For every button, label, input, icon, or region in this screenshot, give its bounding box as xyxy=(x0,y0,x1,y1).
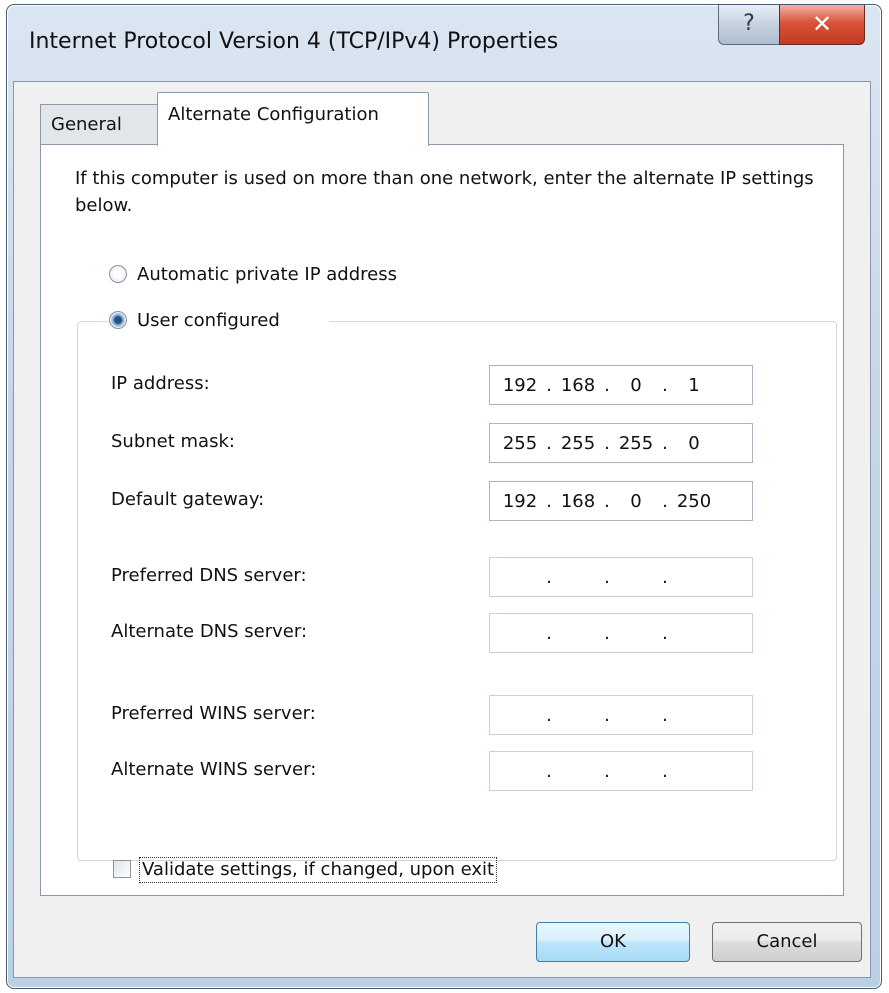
octet-separator: . xyxy=(662,623,668,644)
intro-text: If this computer is used on more than on… xyxy=(75,168,814,216)
octet-separator: . xyxy=(546,491,552,512)
ip-address-input[interactable]: 192 168 0 1... xyxy=(489,365,753,405)
default-gateway-input[interactable]: 192 168 0 250... xyxy=(489,481,753,521)
octet-separator: . xyxy=(662,761,668,782)
subnet-mask-input[interactable]: 255 255 255 0... xyxy=(489,423,753,463)
dialog-client-area: General Alternate Configuration If this … xyxy=(13,81,871,978)
octet-1[interactable]: 192 xyxy=(498,491,542,512)
octet-separator: . xyxy=(662,375,668,396)
octet-separator: . xyxy=(546,567,552,588)
octet-separator: . xyxy=(546,705,552,726)
radio-user-configured[interactable]: User configured xyxy=(109,309,329,333)
octet-separator: . xyxy=(662,567,668,588)
alternate-dns-server-label: Alternate DNS server: xyxy=(111,621,308,642)
octet-separator: . xyxy=(546,623,552,644)
octet-2[interactable]: 168 xyxy=(556,375,600,396)
preferred-wins-server-input[interactable]: ... xyxy=(489,695,753,735)
octet-separator: . xyxy=(604,375,610,396)
octet-separator: . xyxy=(662,491,668,512)
octet-3[interactable]: 255 xyxy=(614,433,658,454)
octet-3[interactable]: 0 xyxy=(614,375,658,396)
preferred-dns-server-input[interactable]: ... xyxy=(489,557,753,597)
octet-2[interactable]: 255 xyxy=(556,433,600,454)
dialog-window: Internet Protocol Version 4 (TCP/IPv4) P… xyxy=(6,4,882,989)
radio-label: Automatic private IP address xyxy=(137,264,397,285)
octet-separator: . xyxy=(604,705,610,726)
subnet-mask-label: Subnet mask: xyxy=(111,431,235,452)
octet-separator: . xyxy=(662,705,668,726)
octet-separator: . xyxy=(604,433,610,454)
octet-1[interactable]: 255 xyxy=(498,433,542,454)
preferred-wins-server-label: Preferred WINS server: xyxy=(111,703,316,724)
tab-alternate-configuration[interactable]: Alternate Configuration xyxy=(157,92,429,146)
alternate-wins-server-input[interactable]: ... xyxy=(489,751,753,791)
tab-general[interactable]: General xyxy=(40,104,158,144)
radio-button-checked[interactable] xyxy=(109,311,127,329)
ok-button[interactable]: OK xyxy=(536,922,690,962)
octet-separator: . xyxy=(546,433,552,454)
validate-settings-label: Validate settings, if changed, upon exit xyxy=(139,857,498,883)
octet-1[interactable]: 192 xyxy=(498,375,542,396)
octet-2[interactable]: 168 xyxy=(556,491,600,512)
octet-separator: . xyxy=(604,567,610,588)
octet-separator: . xyxy=(604,623,610,644)
octet-4[interactable]: 1 xyxy=(672,375,716,396)
octet-4[interactable]: 0 xyxy=(672,433,716,454)
close-button[interactable]: ✕ xyxy=(779,5,865,45)
alternate-dns-server-input[interactable]: ... xyxy=(489,613,753,653)
octet-separator: . xyxy=(604,761,610,782)
help-icon: ? xyxy=(743,11,755,36)
alternate-wins-server-label: Alternate WINS server: xyxy=(111,759,317,780)
checkbox[interactable] xyxy=(113,860,131,878)
cancel-button[interactable]: Cancel xyxy=(712,922,862,962)
tab-panel: If this computer is used on more than on… xyxy=(40,144,844,896)
title-bar[interactable]: Internet Protocol Version 4 (TCP/IPv4) P… xyxy=(7,5,881,81)
window-title: Internet Protocol Version 4 (TCP/IPv4) P… xyxy=(29,29,559,54)
ip-address-label: IP address: xyxy=(111,373,210,394)
default-gateway-label: Default gateway: xyxy=(111,489,265,510)
octet-separator: . xyxy=(604,491,610,512)
octet-4[interactable]: 250 xyxy=(672,491,716,512)
close-icon: ✕ xyxy=(811,10,833,38)
radio-label: User configured xyxy=(137,310,280,331)
radio-button[interactable] xyxy=(109,265,127,283)
help-button[interactable]: ? xyxy=(718,5,780,45)
octet-separator: . xyxy=(546,761,552,782)
octet-separator: . xyxy=(546,375,552,396)
octet-3[interactable]: 0 xyxy=(614,491,658,512)
preferred-dns-server-label: Preferred DNS server: xyxy=(111,565,307,586)
octet-separator: . xyxy=(662,433,668,454)
